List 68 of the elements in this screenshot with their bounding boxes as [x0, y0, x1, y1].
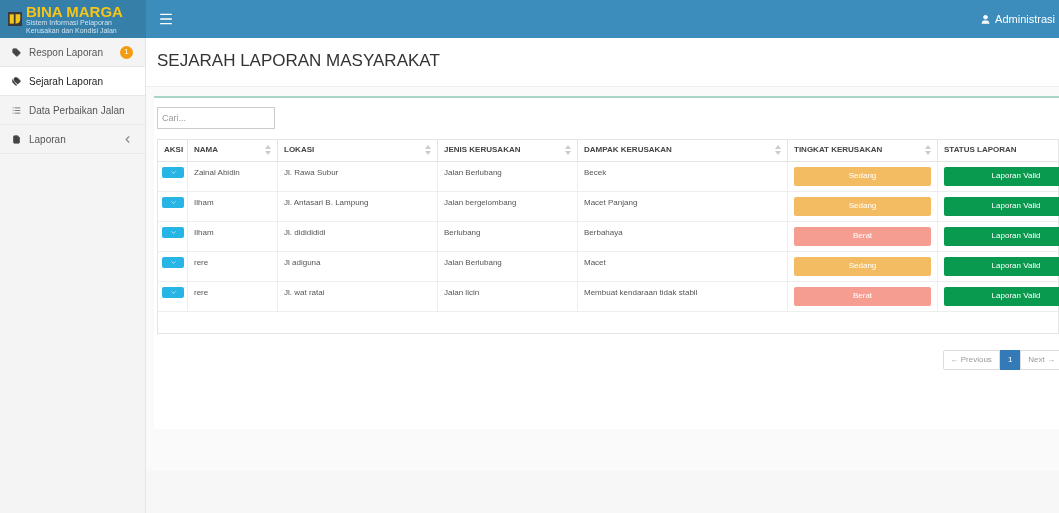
- status-label: Laporan Valid: [944, 196, 1059, 216]
- column-header[interactable]: AKSI: [164, 144, 184, 156]
- table-cell: Macet Panjang: [584, 196, 638, 208]
- table-cell: Membuat kendaraan tidak stabil: [584, 286, 698, 298]
- tag-icon: [12, 47, 21, 57]
- column-header[interactable]: TINGKAT KERUSAKAN: [794, 144, 883, 156]
- sort-icon: [565, 145, 571, 155]
- status-label: Laporan Valid: [944, 166, 1059, 186]
- severity-label: Sedang: [794, 166, 931, 186]
- user-menu[interactable]: Administrasi: [980, 10, 1055, 28]
- table-cell: Ilham: [194, 226, 214, 238]
- action-dropdown-button[interactable]: [162, 256, 184, 268]
- table-cell: Jalan licin: [444, 286, 480, 298]
- table-cell: Jl. Rawa Subur: [284, 166, 339, 178]
- logo-title: BINA MARGA: [26, 3, 124, 19]
- caret-icon: [169, 258, 177, 266]
- severity-label: Sedang: [794, 196, 931, 216]
- table-cell: Jl adiguna: [284, 256, 321, 268]
- menu-icon: [158, 11, 174, 27]
- page-button[interactable]: 1: [999, 349, 1021, 370]
- table-cell: Jalan Berlubang: [444, 256, 502, 268]
- menu-button[interactable]: [158, 11, 174, 27]
- column-header[interactable]: JENIS KERUSAKAN: [444, 144, 521, 156]
- sort-icon: [925, 145, 931, 155]
- severity-label: Berat: [794, 226, 931, 246]
- page-title: SEJARAH LAPORAN MASYARAKAT: [157, 50, 441, 72]
- list-icon: [12, 105, 21, 115]
- column-header[interactable]: DAMPAK KERUSAKAN: [584, 144, 672, 156]
- severity-label: Berat: [794, 286, 931, 306]
- column-header[interactable]: NAMA: [194, 144, 218, 156]
- status-label: Laporan Valid: [944, 286, 1059, 306]
- table-cell: Jalan Berlubang: [444, 166, 502, 178]
- sort-icon: [425, 145, 431, 155]
- column-header[interactable]: LOKASI: [284, 144, 315, 156]
- table-cell: Berlubang: [444, 226, 481, 238]
- action-dropdown-button[interactable]: [162, 226, 184, 238]
- file-icon: [12, 134, 21, 144]
- table-cell: Jalan bergelombang: [444, 196, 517, 208]
- table-cell: Jl. dididididi: [284, 226, 326, 238]
- caret-icon: [169, 288, 177, 296]
- sidebar-item[interactable]: Sejarah Laporan: [0, 67, 145, 96]
- action-dropdown-button[interactable]: [162, 286, 184, 298]
- caret-icon: [169, 198, 177, 206]
- table-cell: rere: [194, 256, 209, 268]
- table-cell: Jl. wat ratai: [284, 286, 325, 298]
- table-cell: Berbahaya: [584, 226, 623, 238]
- tags-icon: [12, 76, 21, 86]
- caret-icon: [169, 168, 177, 176]
- column-header[interactable]: STATUS LAPORAN: [944, 144, 1017, 156]
- table-cell: Ilham: [194, 196, 214, 208]
- status-label: Laporan Valid: [944, 256, 1059, 276]
- sidebar-item[interactable]: Laporan: [0, 125, 145, 154]
- table-cell: Becek: [584, 166, 607, 178]
- sidebar-item[interactable]: Data Perbaikan Jalan: [0, 96, 145, 125]
- search-field[interactable]: Cari...: [157, 106, 275, 129]
- table-cell: Zainal Abidin: [194, 166, 240, 178]
- table-cell: Macet: [584, 256, 606, 268]
- action-dropdown-button[interactable]: [162, 166, 184, 178]
- table-cell: rere: [194, 286, 209, 298]
- severity-label: Sedang: [794, 256, 931, 276]
- notification-badge: 1: [120, 45, 133, 59]
- sort-icon: [265, 145, 271, 155]
- user-icon: [980, 13, 992, 25]
- sort-icon: [775, 145, 781, 155]
- action-dropdown-button[interactable]: [162, 196, 184, 208]
- status-label: Laporan Valid: [944, 226, 1059, 246]
- table-cell: Jl. Antasari B. Lampung: [284, 196, 369, 208]
- caret-icon: [169, 228, 177, 236]
